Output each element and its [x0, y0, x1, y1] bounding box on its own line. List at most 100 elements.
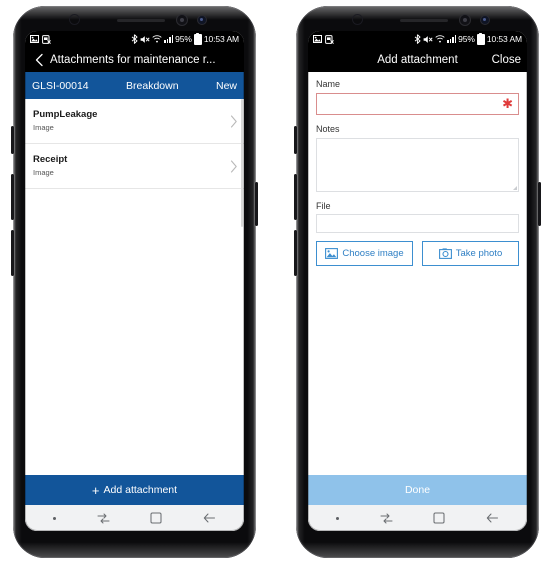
no-sim-icon [325, 34, 334, 44]
image-icon [313, 35, 322, 43]
battery-percent-label: 95% [175, 34, 192, 44]
file-field-label: File [316, 200, 331, 211]
side-button-bixby-left[interactable] [11, 126, 14, 154]
dot-icon [53, 516, 57, 520]
side-button-power-right[interactable] [538, 182, 541, 226]
list-item[interactable]: Receipt Image [25, 144, 244, 189]
battery-icon [193, 32, 202, 45]
list-item-text: PumpLeakage Image [33, 109, 226, 133]
chevron-right-icon [226, 159, 238, 173]
dot-icon [336, 516, 340, 520]
list-item-text: Receipt Image [33, 154, 226, 178]
recents-icon[interactable] [97, 512, 110, 525]
status-bar-right: 95% 10:53 AM [308, 31, 527, 47]
screenshot-stage: 95% 10:53 AM Attachments for maintenance… [0, 0, 551, 570]
app-title-bar-left: Attachments for maintenance r... [25, 47, 244, 72]
arrow-left-icon[interactable] [486, 512, 499, 524]
close-button[interactable]: Close [492, 54, 521, 66]
status-bar-left: 95% 10:53 AM [25, 31, 244, 47]
attachment-type: Image [33, 122, 54, 132]
iris-sensor-icon [460, 15, 470, 25]
home-square-icon[interactable] [433, 512, 445, 524]
record-type-label: Breakdown [126, 79, 179, 92]
app-title-bar-right: Add attachment Close [308, 47, 527, 72]
camera-icon [438, 248, 452, 260]
take-photo-button[interactable]: Take photo [422, 241, 519, 267]
phone-device-left: 95% 10:53 AM Attachments for maintenance… [11, 6, 258, 558]
wifi-icon [435, 35, 445, 43]
status-bar-system-icons: 95% 10:53 AM [414, 32, 522, 45]
recents-icon[interactable] [380, 512, 393, 525]
mute-icon [423, 35, 433, 44]
signal-bars-icon [164, 35, 174, 43]
side-button-volume-up-left[interactable] [11, 174, 14, 220]
clock-label: 10:53 AM [203, 34, 239, 44]
wifi-icon [152, 35, 162, 43]
image-icon [30, 35, 39, 43]
no-sim-icon [42, 34, 51, 44]
bluetooth-icon [131, 34, 138, 44]
record-id-label: GLSI-00014 [32, 79, 89, 92]
side-button-bixby-right[interactable] [294, 126, 297, 154]
battery-icon [476, 32, 485, 45]
screen-left: 95% 10:53 AM Attachments for maintenance… [25, 31, 244, 531]
side-button-volume-down-right[interactable] [294, 230, 297, 276]
attachment-name: PumpLeakage [33, 108, 98, 120]
status-bar-notification-icons [30, 34, 51, 44]
required-asterisk-icon: ✱ [502, 96, 513, 112]
chevron-left-icon[interactable] [31, 52, 47, 68]
battery-percent-label: 95% [458, 34, 475, 44]
page-title: Add attachment [377, 53, 458, 66]
earpiece-speaker [117, 19, 165, 22]
phone-top-bezel-left [13, 6, 256, 31]
android-nav-bar-left [25, 505, 244, 531]
attachment-type: Image [33, 167, 54, 177]
side-button-volume-up-right[interactable] [294, 174, 297, 220]
clock-label: 10:53 AM [486, 34, 522, 44]
record-header-bar: GLSI-00014 Breakdown New [25, 72, 244, 99]
front-camera-icon [70, 15, 79, 24]
attachment-name: Receipt [33, 153, 68, 165]
phone-top-bezel-right [296, 6, 539, 31]
proximity-sensor-icon [198, 16, 206, 24]
done-label: Done [404, 484, 431, 496]
notes-textarea[interactable] [316, 137, 519, 192]
list-item[interactable]: PumpLeakage Image [25, 99, 244, 144]
screen-right: 95% 10:53 AM Add attachment Close Name ✱ [308, 31, 527, 531]
done-button[interactable]: Done [308, 475, 527, 505]
choose-image-button[interactable]: Choose image [316, 241, 413, 267]
android-nav-bar-right [308, 505, 527, 531]
image-picture-icon [325, 248, 339, 260]
add-attachment-button[interactable]: + Add attachment [25, 475, 244, 505]
name-input[interactable]: ✱ [316, 92, 519, 115]
notes-field-block: Notes [316, 124, 519, 192]
front-camera-icon [353, 15, 362, 24]
notes-field-label: Notes [316, 123, 340, 134]
file-field-block: File Choose image Take photo [316, 201, 519, 267]
add-attachment-form: Name ✱ Notes File Choose image Take phot… [308, 72, 527, 475]
mute-icon [140, 35, 150, 44]
status-bar-system-icons: 95% 10:53 AM [131, 32, 239, 45]
name-field-label: Name [316, 79, 341, 89]
arrow-left-icon[interactable] [203, 512, 216, 524]
attachment-list: PumpLeakage Image Receipt Image [25, 99, 244, 475]
side-button-volume-down-left[interactable] [11, 230, 14, 276]
status-badge: New [215, 79, 237, 92]
signal-bars-icon [447, 35, 457, 43]
bluetooth-icon [414, 34, 421, 44]
plus-icon: + [91, 482, 100, 498]
file-input[interactable] [316, 214, 519, 234]
home-square-icon[interactable] [150, 512, 162, 524]
list-scrollbar[interactable] [241, 99, 243, 227]
phone-device-right: 95% 10:53 AM Add attachment Close Name ✱ [294, 6, 541, 558]
name-field-block: Name ✱ [316, 79, 519, 115]
status-bar-notification-icons [313, 34, 334, 44]
chevron-right-icon [226, 114, 238, 128]
file-action-buttons: Choose image Take photo [316, 241, 519, 267]
proximity-sensor-icon [481, 16, 489, 24]
page-title: Attachments for maintenance r... [50, 53, 216, 66]
side-button-power-left[interactable] [255, 182, 258, 226]
iris-sensor-icon [177, 15, 187, 25]
earpiece-speaker [400, 19, 448, 22]
add-attachment-label: Add attachment [103, 484, 178, 496]
